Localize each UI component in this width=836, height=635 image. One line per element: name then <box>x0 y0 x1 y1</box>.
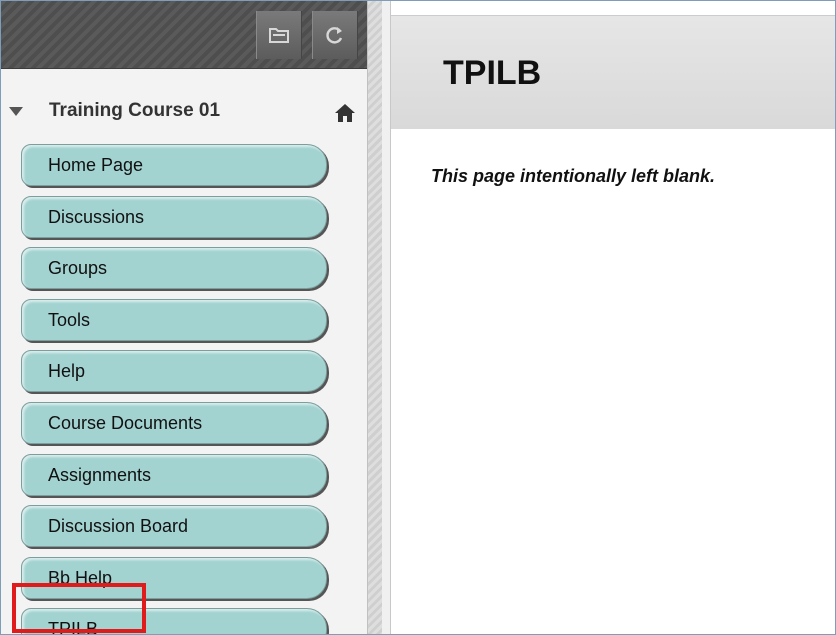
refresh-button[interactable] <box>312 11 358 59</box>
menu-item-label: Tools <box>48 309 91 330</box>
menu-item-home-page[interactable]: Home Page <box>21 144 327 186</box>
page-header: TPILB <box>391 15 835 129</box>
page-body-text: This page intentionally left blank. <box>431 166 716 186</box>
menu-item-label: Home Page <box>48 155 144 175</box>
menu-item-label: Course Documents <box>48 412 203 433</box>
window-frame: Training Course 01 Home Page Discussions… <box>0 0 836 635</box>
menu-item-discussions[interactable]: Discussions <box>21 195 327 238</box>
page-title: TPILB <box>443 54 542 92</box>
menu-item-label: Discussion Board <box>48 516 189 537</box>
menu-item-groups[interactable]: Groups <box>21 247 327 290</box>
splitter-gap <box>382 1 390 634</box>
course-menu: Training Course 01 Home Page Discussions… <box>1 1 367 635</box>
menu-item-label: Discussions <box>48 206 145 227</box>
menu-item-tpilb[interactable]: TPILB <box>21 608 327 635</box>
menu-item-label: Bb Help <box>48 567 113 588</box>
course-menu-toolbar <box>1 1 367 69</box>
refresh-icon <box>326 27 343 44</box>
menu-item-tools[interactable]: Tools <box>21 298 327 341</box>
course-title[interactable]: Training Course 01 <box>49 100 220 122</box>
menu-item-discussion-board[interactable]: Discussion Board <box>21 505 327 548</box>
menu-item-bb-help[interactable]: Bb Help <box>21 556 327 599</box>
folder-view-icon <box>269 28 289 43</box>
course-title-row[interactable]: Training Course 01 <box>1 97 367 127</box>
menu-item-assignments[interactable]: Assignments <box>21 453 327 496</box>
panel-splitter[interactable] <box>367 1 383 634</box>
content-area: TPILB This page intentionally left blank… <box>390 1 835 634</box>
menu-item-label: Groups <box>48 258 108 279</box>
menu-item-label: TPILB <box>48 619 99 635</box>
collapse-arrow-icon[interactable] <box>9 107 23 117</box>
folder-view-button[interactable] <box>256 11 302 59</box>
menu-item-label: Assignments <box>48 464 152 485</box>
menu-item-course-documents[interactable]: Course Documents <box>21 401 327 444</box>
home-icon[interactable] <box>334 103 356 123</box>
menu-item-help[interactable]: Help <box>21 350 327 393</box>
menu-item-label: Help <box>48 361 86 382</box>
course-menu-list: Home Page Discussions Groups Tools Help … <box>21 144 327 635</box>
